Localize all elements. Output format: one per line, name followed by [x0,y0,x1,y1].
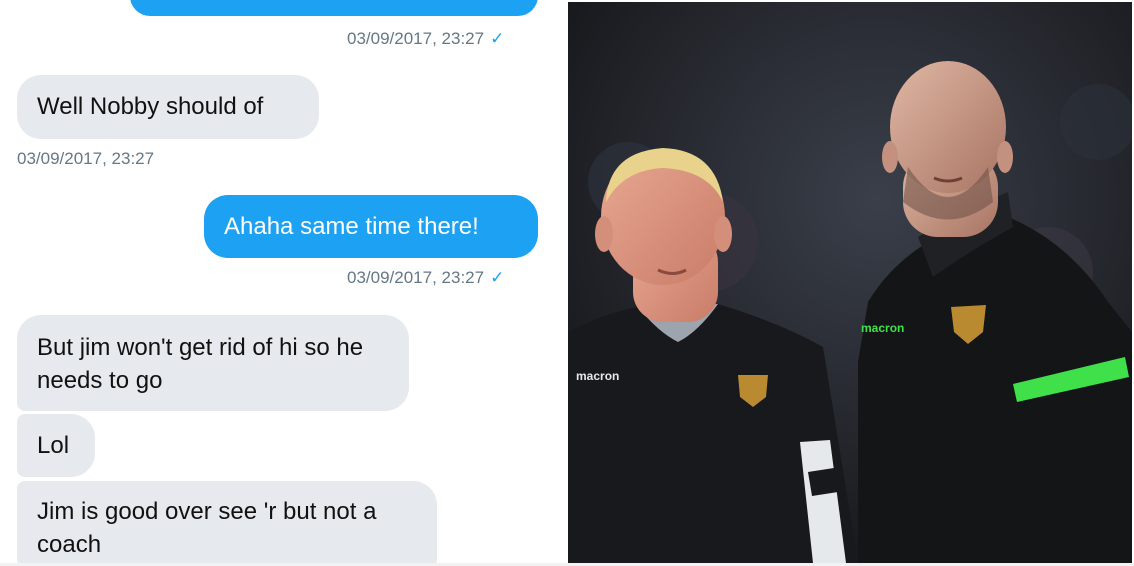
coaches-photo: macron macron [568,2,1132,563]
timestamp-text: 03/09/2017, 23:27 [347,29,485,48]
message-bubble-received[interactable]: But jim won't get rid of hi so he needs … [17,315,409,411]
timestamp-received-1: 03/09/2017, 23:27 [17,149,155,168]
message-text: Jim is good over see 'r but not a coach [37,498,377,558]
timestamp-sent-1: 03/09/2017, 23:27 ✓ [347,29,504,49]
message-bubble-received[interactable]: Jim is good over see 'r but not a coach [17,481,437,566]
message-bubble-sent[interactable]: Ahaha same time there! [204,195,538,258]
chat-panel: 03/09/2017, 23:27 ✓ Well Nobby should of … [0,0,562,566]
message-text: Lol [37,432,70,459]
timestamp-text: 03/09/2017, 23:27 [347,268,485,287]
left-macron-logo: macron [576,369,619,383]
message-bubble-received[interactable]: Well Nobby should of [17,75,319,139]
timestamp-sent-2: 03/09/2017, 23:27 ✓ [347,268,504,288]
coaches-photo-illustration: macron macron [568,2,1132,563]
right-macron-logo: macron [861,321,904,335]
read-check-icon: ✓ [490,268,505,287]
message-text: Ahaha same time there! [224,213,479,240]
sent-bubble-previous [130,0,538,16]
message-text: Well Nobby should of [37,93,264,120]
message-bubble-received[interactable]: Lol [17,414,95,477]
read-check-icon: ✓ [490,29,505,48]
message-text: But jim won't get rid of hi so he needs … [37,334,364,394]
